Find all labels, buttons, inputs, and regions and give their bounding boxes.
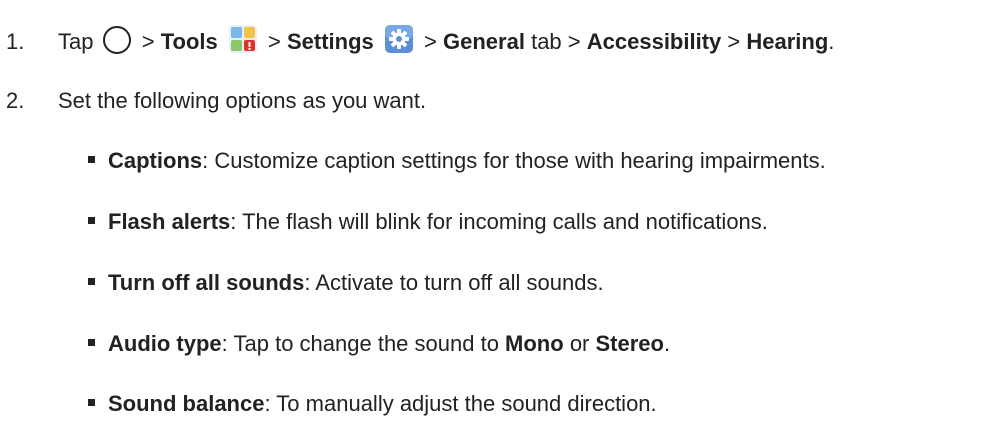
instruction-page: 1. Tap > Tools > Settings > General tab …	[0, 0, 981, 428]
separator: >	[141, 28, 155, 54]
period: .	[828, 28, 835, 54]
bullet-mark	[88, 399, 95, 406]
bullet-mark	[88, 156, 95, 163]
general-label: General	[443, 28, 525, 54]
option-label: Turn off all sounds	[108, 270, 305, 295]
stereo-label: Stereo	[595, 331, 664, 356]
option-desc: : The flash will blink for incoming call…	[230, 209, 768, 234]
period: .	[663, 331, 671, 356]
step-1: 1. Tap > Tools > Settings > General tab …	[6, 25, 835, 58]
separator: >	[268, 28, 281, 54]
step-2: 2. Set the following options as you want.	[6, 88, 426, 114]
separator: >	[727, 28, 741, 54]
step-number: 2.	[6, 88, 25, 113]
option-desc: : Tap to change the sound to	[221, 331, 506, 356]
or-text: or	[563, 331, 596, 356]
option-label: Captions	[108, 148, 203, 173]
bullet-mark	[88, 339, 95, 346]
bullet-mark	[88, 278, 95, 285]
tab-word: tab >	[531, 28, 581, 54]
option-desc: : To manually adjust the sound direction…	[264, 391, 657, 416]
bullet-mark	[88, 217, 95, 224]
option-label: Sound balance	[108, 391, 265, 416]
hearing-label: Hearing	[746, 28, 829, 54]
tap-text: Tap	[58, 28, 94, 54]
settings-label: Settings	[286, 28, 374, 54]
gear-icon	[384, 25, 413, 53]
accessibility-label: Accessibility	[586, 28, 722, 54]
option-label: Audio type	[108, 331, 222, 356]
step-number: 1.	[6, 28, 25, 54]
step-text: Set the following options as you want.	[58, 88, 427, 113]
tools-icon	[228, 25, 257, 53]
option-desc: : Customize caption settings for those w…	[202, 148, 826, 173]
mono-label: Mono	[505, 331, 564, 356]
tools-label: Tools	[160, 28, 218, 54]
home-icon	[102, 26, 131, 54]
option-desc: : Activate to turn off all sounds.	[304, 270, 604, 295]
option-label: Flash alerts	[108, 209, 231, 234]
separator: >	[424, 28, 437, 54]
